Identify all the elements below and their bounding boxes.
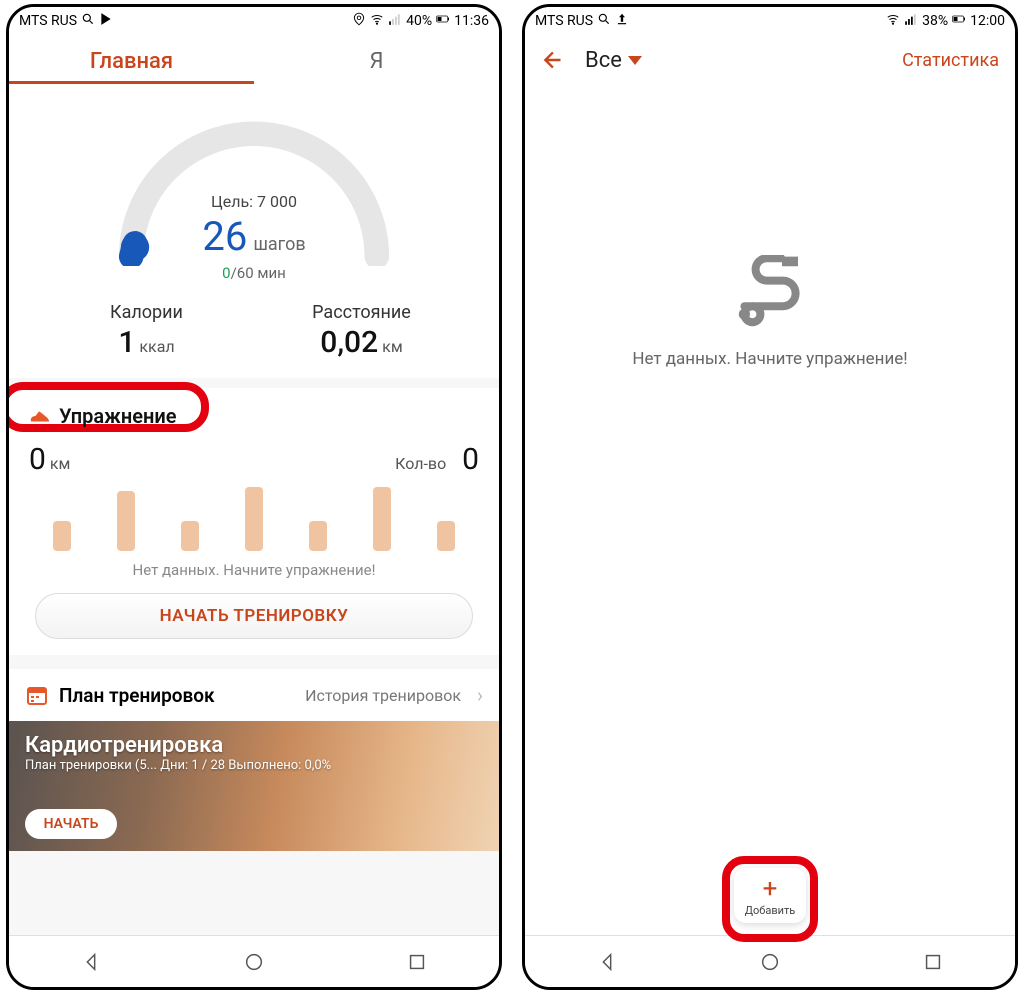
back-arrow-icon[interactable] bbox=[541, 47, 567, 73]
carrier: MTS RUS bbox=[535, 13, 593, 29]
chevron-right-icon: › bbox=[477, 683, 483, 707]
history-link[interactable]: История тренировок bbox=[305, 686, 461, 705]
signal-icon bbox=[388, 12, 402, 30]
battery-pct: 38% bbox=[922, 13, 948, 29]
plan-header[interactable]: План тренировок История тренировок › bbox=[9, 669, 499, 721]
calories-metric: Калории 1ккал bbox=[39, 302, 254, 360]
battery-icon bbox=[436, 12, 450, 30]
battery-icon bbox=[952, 12, 966, 30]
status-bar: MTS RUS 40% 11:36 bbox=[9, 7, 499, 35]
phone-right: MTS RUS 38% 12:00 Все Статистика bbox=[522, 4, 1018, 990]
nav-recent-icon[interactable] bbox=[406, 951, 428, 973]
clock: 11:36 bbox=[454, 13, 489, 29]
search-icon bbox=[597, 12, 611, 30]
top-tabs: Главная Я bbox=[9, 35, 499, 84]
weekly-bars bbox=[25, 479, 483, 551]
location-icon bbox=[352, 12, 366, 30]
exercise-header[interactable]: Упражнение bbox=[25, 398, 483, 434]
nav-home-icon[interactable] bbox=[759, 951, 781, 973]
status-bar: MTS RUS 38% 12:00 bbox=[525, 7, 1015, 35]
cardio-start-button[interactable]: НАЧАТЬ bbox=[25, 809, 117, 839]
exercise-card: Упражнение 0км Кол-во 0 Нет данных. Начн… bbox=[9, 388, 499, 655]
exercise-nodata: Нет данных. Начните упражнение! bbox=[25, 561, 483, 579]
steps-unit: шагов bbox=[253, 234, 305, 255]
topbar: Все Статистика bbox=[525, 35, 1015, 85]
calendar-icon bbox=[25, 683, 49, 707]
phone-left: MTS RUS 40% 11:36 Главная Я bbox=[6, 4, 502, 990]
shoe-icon bbox=[29, 405, 51, 427]
start-workout-button[interactable]: НАЧАТЬ ТРЕНИРОВКУ bbox=[35, 593, 473, 639]
route-icon bbox=[729, 255, 811, 327]
carrier: MTS RUS bbox=[19, 13, 77, 29]
android-navbar bbox=[9, 935, 499, 987]
nav-recent-icon[interactable] bbox=[922, 951, 944, 973]
nav-home-icon[interactable] bbox=[243, 951, 265, 973]
add-fab[interactable]: + Добавить bbox=[734, 868, 806, 923]
tab-main[interactable]: Главная bbox=[9, 35, 254, 84]
steps-gauge-card[interactable]: Цель: 7 000 26 шагов 0/60 мин Калории 1к… bbox=[9, 84, 499, 378]
exercise-stats: 0км Кол-во 0 bbox=[25, 434, 483, 479]
filter-dropdown[interactable]: Все bbox=[585, 48, 902, 73]
chevron-down-icon bbox=[628, 56, 642, 65]
statistics-link[interactable]: Статистика bbox=[902, 50, 999, 71]
plan-card: План тренировок История тренировок › Кар… bbox=[9, 669, 499, 851]
play-icon bbox=[99, 12, 113, 30]
wifi-icon bbox=[370, 12, 384, 30]
plus-icon: + bbox=[734, 876, 806, 902]
upload-icon bbox=[615, 12, 629, 30]
empty-state: Нет данных. Начните упражнение! bbox=[525, 85, 1015, 935]
cardio-plan[interactable]: Кардиотренировка План тренировки (5... Д… bbox=[9, 721, 499, 851]
wifi-icon bbox=[886, 12, 900, 30]
steps-value: 26 bbox=[202, 213, 247, 260]
main-content: Главная Я Цель: 7 000 26 шагов 0/60 м bbox=[9, 35, 499, 935]
android-navbar bbox=[525, 935, 1015, 987]
signal-icon bbox=[904, 12, 918, 30]
active-minutes: 0/60 мин bbox=[84, 264, 424, 282]
tab-me[interactable]: Я bbox=[254, 35, 499, 84]
distance-metric: Расстояние 0,02км bbox=[254, 302, 469, 360]
nav-back-icon[interactable] bbox=[596, 951, 618, 973]
nav-back-icon[interactable] bbox=[80, 951, 102, 973]
clock: 12:00 bbox=[970, 13, 1005, 29]
battery-pct: 40% bbox=[406, 13, 432, 29]
empty-text: Нет данных. Начните упражнение! bbox=[632, 349, 907, 369]
search-icon bbox=[81, 12, 95, 30]
